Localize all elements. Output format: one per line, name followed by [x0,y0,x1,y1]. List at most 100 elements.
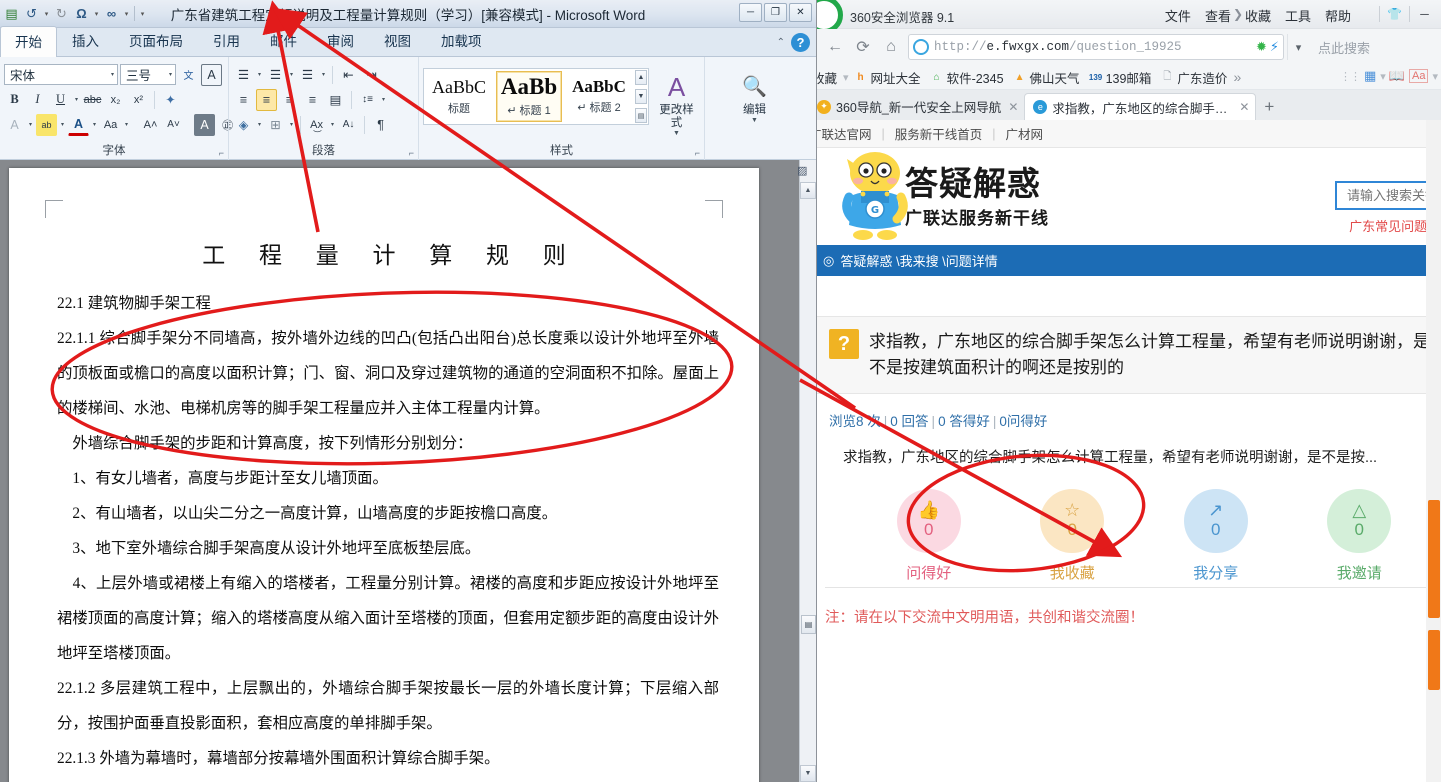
shading-button[interactable]: ◈ [233,114,254,136]
address-bar[interactable]: http://e.fwxgx.com/question_19925 ✹ ⚡ [908,34,1284,60]
action-share[interactable]: ↗ 0 我分享 [1183,489,1248,583]
close-button[interactable]: ✕ [789,3,812,22]
home-icon[interactable]: ⌂ [877,33,905,61]
skin-icon[interactable]: 👕 [1380,3,1409,25]
phonetic-guide-icon[interactable]: 文 [178,64,199,86]
align-center-button[interactable]: ≡ [256,88,277,111]
paragraph-dialog-launcher[interactable]: ⌐ [409,148,414,158]
shading-dropdown-icon[interactable]: ▾ [256,121,263,128]
sort-button[interactable]: A↓ [338,114,359,136]
good-answer-count[interactable]: 0 答得好 [938,414,990,429]
change-case-button[interactable]: Aa [100,114,121,136]
back-icon[interactable]: ← [821,33,849,61]
bookmark-item-gdzaojia[interactable]: 🗋 广东造价 [1157,67,1230,88]
bookmarks-label[interactable]: 收藏 [817,67,840,88]
character-shading-button[interactable]: A [194,113,216,136]
font-dialog-launcher[interactable]: ⌐ [219,148,224,158]
translate-icon[interactable]: Aa [1409,69,1429,83]
editing-button[interactable]: 🔍 编辑 ▼ [724,68,786,142]
refresh-icon[interactable]: ⟳ [849,33,877,61]
numbered-dropdown-icon[interactable]: ▾ [288,71,295,78]
change-styles-button[interactable]: A 更改样式 ▼ [653,68,700,142]
shrink-font-button[interactable]: A˅ [163,114,184,136]
browse-object-icon[interactable]: ▤ [801,615,816,634]
view-ruler-icon[interactable]: ▨ [797,164,813,180]
bookmarks-dropdown-icon[interactable]: ▾ [843,71,848,84]
font-color-dropdown-icon[interactable]: ▾ [91,121,98,128]
scrollbar-thumb[interactable] [1428,500,1440,618]
minimize-button[interactable]: ─ [1410,3,1439,25]
good-question-count[interactable]: 0问得好 [999,414,1047,429]
menu-file[interactable]: 文件 [1165,6,1191,25]
scrollbar-thumb-lower[interactable] [1428,630,1440,690]
numbered-list-button[interactable]: ☰ [265,64,286,86]
scroll-up-icon[interactable]: ▲ [800,182,816,199]
bullet-list-button[interactable]: ☰ [233,64,254,86]
styles-more-icon[interactable]: ▤ [635,108,647,123]
text-effects-button[interactable]: A͜x [306,114,327,136]
lightning-icon[interactable]: ⚡ [1270,39,1279,55]
action-favorite[interactable]: ☆ 0 我收藏 [1040,489,1105,583]
underline-button[interactable]: U [50,89,71,111]
subscript-button[interactable]: x₂ [105,89,126,111]
italic-button[interactable]: I [27,89,48,111]
font-size-combo[interactable]: 三号 ▾ [120,64,176,85]
minimize-button[interactable]: ─ [739,3,762,22]
line-spacing-button[interactable]: ↕≡ [357,89,378,111]
align-left-button[interactable]: ≡ [233,89,254,111]
superscript-button[interactable]: x² [128,89,149,111]
topbar-link-gcw[interactable]: 广材网 [1006,124,1044,143]
style-item-heading2[interactable]: AaBbC ↵ 标题 2 [566,71,632,122]
apps-dropdown-icon[interactable]: ▾ [1380,70,1385,83]
breadcrumb-text[interactable]: 答疑解惑 \我来搜 \问题详情 [840,251,997,270]
align-right-button[interactable]: ≡ [279,89,300,111]
browser-tab-1[interactable]: e 求指教，广东地区的综合脚手架怎... ✕ [1024,93,1257,120]
styles-dialog-launcher[interactable]: ⌐ [695,148,700,158]
ribbon-tab-references[interactable]: 引用 [198,25,255,56]
scroll-down-icon[interactable]: ▼ [800,765,816,782]
editing-dropdown-icon[interactable]: ▼ [751,117,758,124]
bookmark-item-hao[interactable]: h 网址大全 [851,67,924,88]
ribbon-tab-insert[interactable]: 插入 [57,25,114,56]
ribbon-tab-addins[interactable]: 加载项 [426,25,497,56]
bookmark-item-weather[interactable]: ▲ 佛山天气 [1010,67,1083,88]
styles-scroll-up-icon[interactable]: ▲ [635,70,647,85]
document-vertical-scrollbar[interactable]: ▨ ▲ ▤ ▼ [797,160,816,782]
action-good-question[interactable]: 👍 0 问得好 [896,489,961,583]
search-input[interactable]: 点此搜索 [1309,34,1437,60]
apps-grid-icon[interactable]: ▦ [1364,68,1376,84]
tab-close-icon[interactable]: ✕ [1006,100,1018,114]
help-icon[interactable]: ? [791,33,810,52]
distribute-button[interactable]: ▤ [325,89,346,111]
new-tab-button[interactable]: + [1256,94,1282,120]
highlight-dropdown-icon[interactable]: ▾ [59,121,66,128]
restore-button[interactable]: ❐ [764,3,787,22]
bullet-dropdown-icon[interactable]: ▾ [256,71,263,78]
style-item-title[interactable]: AaBbC 标题 [426,71,492,122]
text-effects-dropdown-icon[interactable]: ▾ [329,121,336,128]
book-icon[interactable]: 📖 [1389,68,1405,84]
clear-formatting-icon[interactable]: ✦ [160,89,181,111]
multilevel-dropdown-icon[interactable]: ▾ [320,71,327,78]
font-name-combo[interactable]: 宋体 ▾ [4,64,118,85]
multilevel-list-button[interactable]: ☰ [297,64,318,86]
address-dropdown-icon[interactable]: ▾ [1287,34,1309,60]
bookmark-item-mail139[interactable]: 139 139邮箱 [1086,67,1155,88]
decrease-indent-button[interactable]: ⇤ [338,64,359,86]
enclose-dropdown-icon[interactable]: ▾ [27,121,34,128]
tab-close-icon[interactable]: ✕ [1237,100,1249,114]
browser-tab-0[interactable]: ✦ 360导航_新一代安全上网导航 ✕ [817,93,1024,120]
topbar-link-home[interactable]: 服务新干线首页 [895,124,983,143]
line-spacing-dropdown-icon[interactable]: ▾ [380,96,387,103]
increase-indent-button[interactable]: ⇥ [361,64,382,86]
ribbon-tab-page-layout[interactable]: 页面布局 [114,25,198,56]
character-border-icon[interactable]: A [201,63,222,86]
justify-button[interactable]: ≡ [302,89,323,111]
bookmarks-overflow-icon[interactable]: » [1233,69,1241,85]
styles-scroll-down-icon[interactable]: ▼ [635,89,647,104]
borders-button[interactable]: ⊞ [265,114,286,136]
bold-button[interactable]: B [4,89,25,111]
highlight-color-button[interactable]: ab [36,113,58,136]
menu-tools[interactable]: 工具 [1285,6,1311,25]
menu-view[interactable]: 查看 [1205,6,1231,25]
